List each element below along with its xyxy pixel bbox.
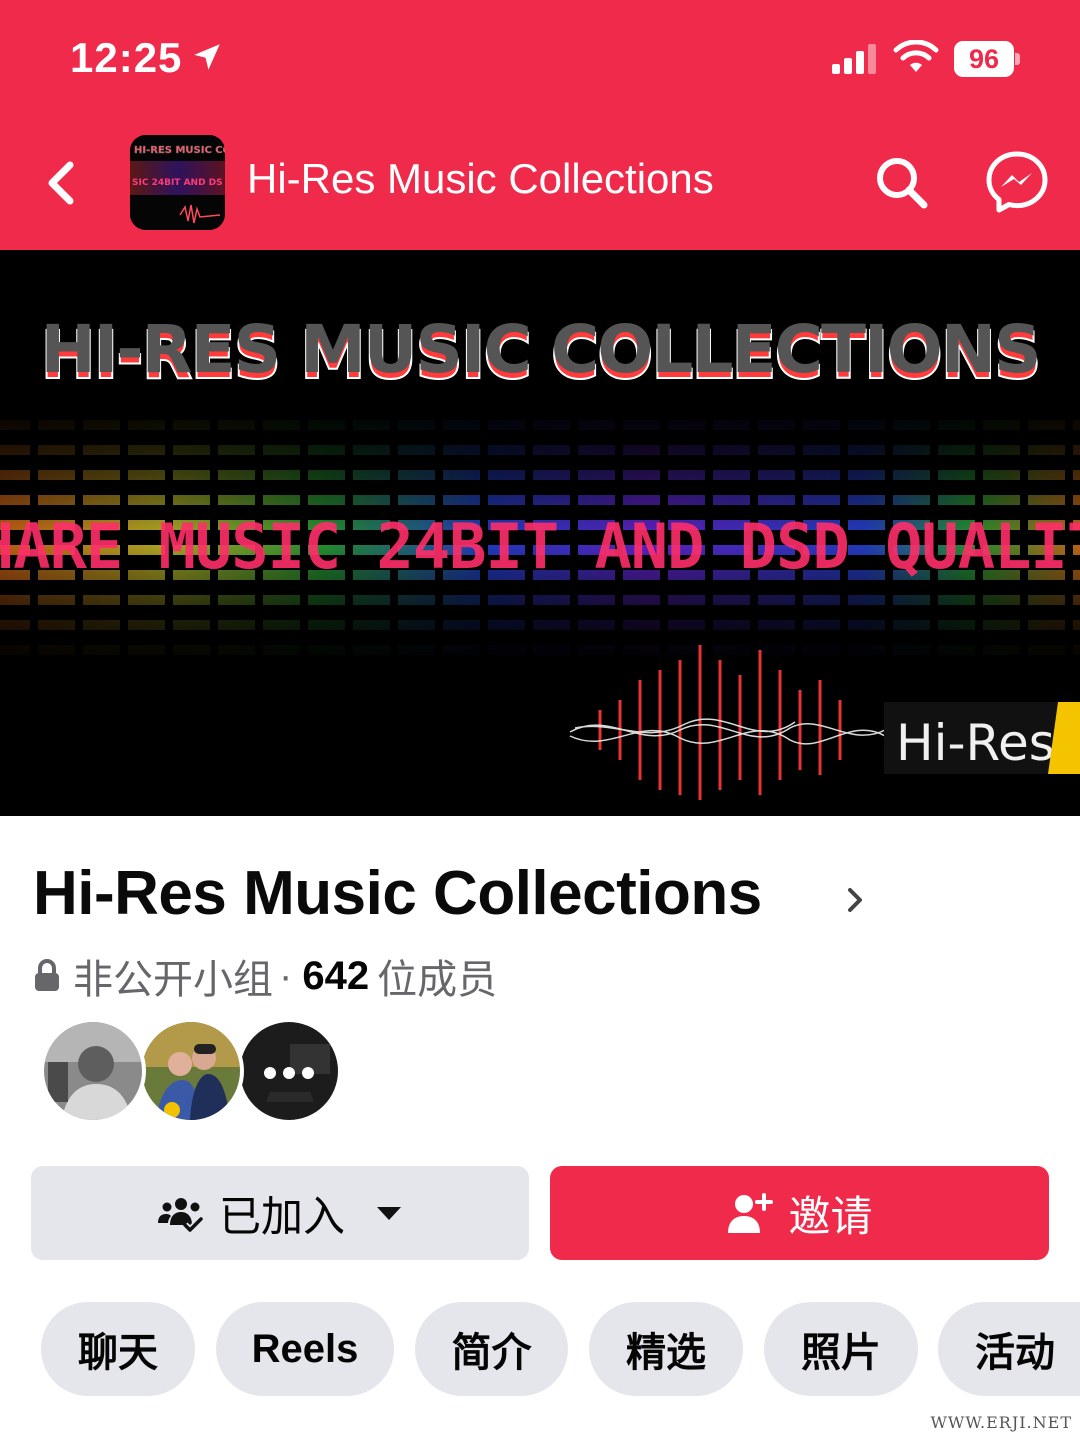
avatar-image	[142, 1022, 240, 1120]
invite-button[interactable]: 邀请	[550, 1166, 1049, 1260]
svg-text:HI-RES MUSIC COLLECTIONS: HI-RES MUSIC COLLECTIONS	[40, 311, 1039, 388]
back-icon[interactable]	[36, 155, 86, 211]
member-count[interactable]: 642	[302, 954, 369, 999]
group-thumbnail-image: HI-RES MUSIC COLLECT SIC 24BIT AND DS	[130, 135, 225, 230]
messenger-icon[interactable]	[984, 149, 1050, 215]
tab-bar: 聊天 Reels 简介 精选 照片 活动	[0, 1302, 1080, 1396]
joined-button[interactable]: 已加入	[31, 1166, 529, 1260]
location-arrow-icon	[194, 44, 220, 70]
more-members-icon	[240, 1022, 338, 1120]
group-thumbnail[interactable]: HI-RES MUSIC COLLECT SIC 24BIT AND DS	[130, 135, 225, 230]
svg-text:HARE MUSIC 24BIT AND DSD QUALI: HARE MUSIC 24BIT AND DSD QUALIT	[0, 510, 1080, 583]
lock-icon	[35, 959, 59, 991]
invite-label: 邀请	[788, 1192, 873, 1240]
tab-photos[interactable]: 照片	[764, 1302, 918, 1396]
tab-about[interactable]: 简介	[415, 1302, 568, 1396]
avatar-image	[44, 1022, 142, 1120]
battery-icon: 96	[954, 41, 1020, 77]
caret-down-icon	[377, 1207, 401, 1220]
member-avatars[interactable]	[40, 1018, 342, 1124]
tab-events[interactable]: 活动	[938, 1302, 1080, 1396]
wifi-icon	[893, 40, 939, 72]
signal-icon	[832, 44, 876, 74]
svg-text:SIC 24BIT AND DS: SIC 24BIT AND DS	[132, 178, 223, 188]
joined-label: 已加入	[218, 1192, 345, 1240]
header: 12:25 96 HI-RES MUSIC C SIC 24BIT AND DS…	[0, 0, 1080, 250]
group-meta: 非公开小组 · 642 位成员	[33, 948, 497, 1004]
svg-text:HI-RES MUSIC COLLECT: HI-RES MUSIC COLLECT	[134, 145, 225, 156]
add-person-icon	[728, 1193, 774, 1233]
nav-title: Hi-Res Music Collections	[247, 155, 714, 202]
search-icon[interactable]	[872, 153, 932, 213]
avatar-more[interactable]	[236, 1018, 342, 1124]
tab-reels[interactable]: Reels	[216, 1302, 394, 1396]
tab-featured[interactable]: 精选	[589, 1302, 743, 1396]
avatar[interactable]	[40, 1018, 146, 1124]
battery-level: 96	[954, 41, 1014, 77]
group-joined-icon	[157, 1198, 204, 1235]
status-bar: 12:25 96	[0, 0, 1080, 120]
nav-bar: HI-RES MUSIC COLLECT SIC 24BIT AND DS Hi…	[0, 125, 1080, 240]
watermark: WWW.ERJI.NET	[930, 1413, 1072, 1432]
group-page: 12:25 96 HI-RES MUSIC C SIC 24BIT AND DS…	[0, 0, 1080, 1440]
svg-text:Hi-Res: Hi-Res	[896, 714, 1055, 772]
chevron-right-icon[interactable]	[842, 880, 870, 920]
member-label[interactable]: 位成员	[377, 947, 497, 1005]
cover-image: HI-RES MUSIC COLLECTIONS HI-RES MUSIC CO…	[0, 250, 1080, 816]
group-name[interactable]: Hi-Res Music Collections	[33, 858, 762, 929]
avatar[interactable]	[138, 1018, 244, 1124]
tab-chat[interactable]: 聊天	[41, 1302, 195, 1396]
cover-photo[interactable]: HI-RES MUSIC COLLECTIONS HI-RES MUSIC CO…	[0, 250, 1080, 816]
status-time: 12:25	[70, 34, 183, 81]
meta-separator: ·	[279, 953, 293, 998]
privacy-label: 非公开小组	[73, 958, 273, 1002]
